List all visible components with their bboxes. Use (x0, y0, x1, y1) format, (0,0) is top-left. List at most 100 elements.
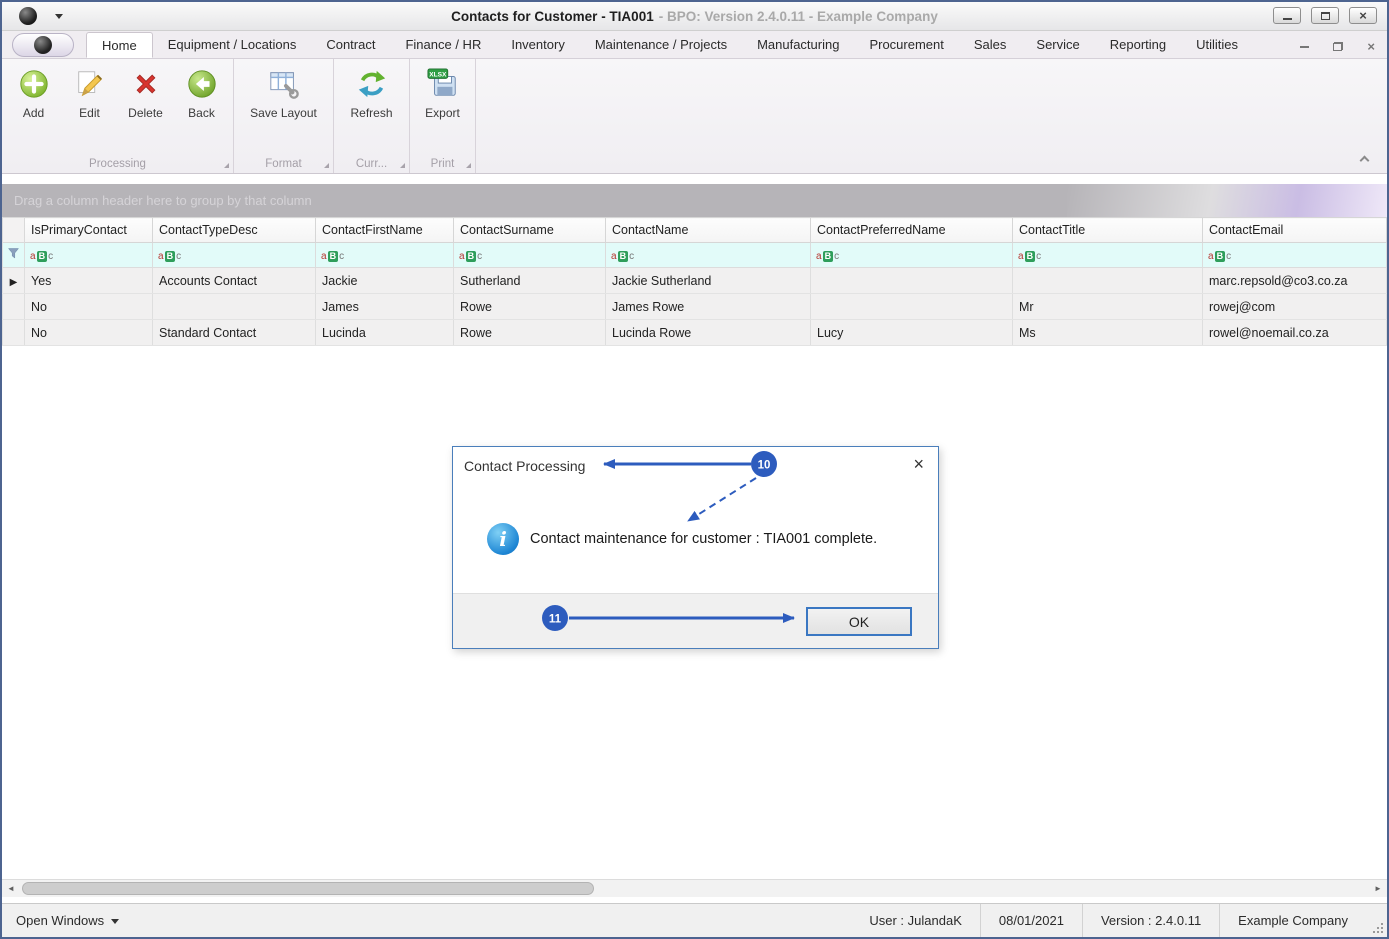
group-dialog-launcher-icon[interactable] (324, 163, 329, 168)
abc-filter-icon[interactable]: aBc (158, 251, 181, 262)
edit-button[interactable]: Edit (62, 65, 118, 154)
cell-contactname[interactable]: Jackie Sutherland (605, 267, 811, 294)
tab-manufacturing[interactable]: Manufacturing (742, 32, 854, 58)
ribbon-collapse-button[interactable] (1357, 153, 1371, 166)
resize-grip-icon[interactable] (1370, 920, 1384, 934)
dialog-body: i Contact maintenance for customer : TIA… (453, 485, 938, 593)
tab-service[interactable]: Service (1021, 32, 1094, 58)
cell-contacttitle[interactable] (1012, 267, 1203, 294)
cell-contacttypedesc[interactable]: Standard Contact (152, 319, 316, 346)
cell-contacttypedesc[interactable]: Accounts Contact (152, 267, 316, 294)
header-indicator-cell (2, 217, 25, 243)
grid-header-row: IsPrimaryContact ContactTypeDesc Contact… (2, 217, 1387, 243)
filter-cell-isprimarycontact[interactable]: aBc (24, 242, 153, 268)
table-row[interactable]: ▶ Yes Accounts Contact Jackie Sutherland… (2, 267, 1387, 294)
column-header-isprimarycontact[interactable]: IsPrimaryContact (24, 217, 153, 243)
filter-cell-contactemail[interactable]: aBc (1202, 242, 1387, 268)
tab-utilities[interactable]: Utilities (1181, 32, 1253, 58)
mdi-restore-icon[interactable] (1333, 42, 1344, 51)
dialog-close-icon[interactable]: × (913, 455, 924, 473)
delete-icon (129, 67, 163, 101)
filter-cell-contactsurname[interactable]: aBc (453, 242, 606, 268)
open-windows-label: Open Windows (16, 913, 105, 928)
abc-filter-icon[interactable]: aBc (816, 251, 839, 262)
refresh-button[interactable]: Refresh (340, 65, 404, 154)
tab-home[interactable]: Home (86, 32, 153, 58)
app-menu-button[interactable] (12, 33, 74, 57)
tab-sales[interactable]: Sales (959, 32, 1022, 58)
cell-contactsurname[interactable]: Rowe (453, 319, 606, 346)
cell-contactsurname[interactable]: Rowe (453, 293, 606, 320)
maximize-button[interactable] (1311, 7, 1339, 24)
cell-contacttitle[interactable]: Mr (1012, 293, 1203, 320)
cell-contactfirstname[interactable]: James (315, 293, 454, 320)
filter-cell-contactpreferredname[interactable]: aBc (810, 242, 1013, 268)
tab-inventory[interactable]: Inventory (496, 32, 579, 58)
close-button[interactable]: × (1349, 7, 1377, 24)
ok-button[interactable]: OK (806, 607, 912, 636)
scrollbar-thumb[interactable] (22, 882, 594, 895)
export-button[interactable]: XLSX Export (415, 65, 471, 154)
column-header-contacttitle[interactable]: ContactTitle (1012, 217, 1203, 243)
cell-isprimarycontact[interactable]: No (24, 293, 153, 320)
tab-reporting[interactable]: Reporting (1095, 32, 1181, 58)
cell-contacttitle[interactable]: Ms (1012, 319, 1203, 346)
filter-cell-contactname[interactable]: aBc (605, 242, 811, 268)
scrollbar-track[interactable] (20, 880, 1369, 897)
delete-button[interactable]: Delete (118, 65, 174, 154)
abc-filter-icon[interactable]: aBc (1208, 251, 1231, 262)
mdi-minimize-icon[interactable] (1300, 45, 1310, 48)
abc-filter-icon[interactable]: aBc (1018, 251, 1041, 262)
column-header-contactsurname[interactable]: ContactSurname (453, 217, 606, 243)
cell-contactfirstname[interactable]: Jackie (315, 267, 454, 294)
column-header-contactemail[interactable]: ContactEmail (1202, 217, 1387, 243)
filter-cell-contacttypedesc[interactable]: aBc (152, 242, 316, 268)
cell-contactpreferredname[interactable]: Lucy (810, 319, 1013, 346)
cell-contactname[interactable]: Lucinda Rowe (605, 319, 811, 346)
cell-contactemail[interactable]: marc.repsold@co3.co.za (1202, 267, 1387, 294)
dialog-message: Contact maintenance for customer : TIA00… (530, 531, 878, 547)
filter-cell-contactfirstname[interactable]: aBc (315, 242, 454, 268)
back-button[interactable]: Back (174, 65, 230, 154)
cell-contactfirstname[interactable]: Lucinda (315, 319, 454, 346)
column-header-contacttypedesc[interactable]: ContactTypeDesc (152, 217, 316, 243)
column-header-contactpreferredname[interactable]: ContactPreferredName (810, 217, 1013, 243)
cell-contactsurname[interactable]: Sutherland (453, 267, 606, 294)
minimize-button[interactable] (1273, 7, 1301, 24)
open-windows-button[interactable]: Open Windows (16, 913, 120, 928)
cell-isprimarycontact[interactable]: Yes (24, 267, 153, 294)
horizontal-scrollbar[interactable]: ◄ ► (2, 879, 1387, 897)
abc-filter-icon[interactable]: aBc (30, 251, 53, 262)
cell-contactname[interactable]: James Rowe (605, 293, 811, 320)
filter-cell-contacttitle[interactable]: aBc (1012, 242, 1203, 268)
tab-procurement[interactable]: Procurement (854, 32, 958, 58)
tab-contract[interactable]: Contract (311, 32, 390, 58)
group-dialog-launcher-icon[interactable] (400, 163, 405, 168)
cell-contactemail[interactable]: rowel@noemail.co.za (1202, 319, 1387, 346)
tab-maintenance-projects[interactable]: Maintenance / Projects (580, 32, 742, 58)
abc-filter-icon[interactable]: aBc (321, 251, 344, 262)
cell-contactemail[interactable]: rowej@com (1202, 293, 1387, 320)
abc-filter-icon[interactable]: aBc (459, 251, 482, 262)
cell-isprimarycontact[interactable]: No (24, 319, 153, 346)
column-header-contactfirstname[interactable]: ContactFirstName (315, 217, 454, 243)
cell-contacttypedesc[interactable] (152, 293, 316, 320)
group-by-panel[interactable]: Drag a column header here to group by th… (2, 184, 1387, 217)
status-date: 08/01/2021 (998, 913, 1064, 928)
abc-filter-icon[interactable]: aBc (611, 251, 634, 262)
scroll-right-icon[interactable]: ► (1369, 884, 1387, 893)
group-dialog-launcher-icon[interactable] (466, 163, 471, 168)
group-dialog-launcher-icon[interactable] (224, 163, 229, 168)
column-header-contactname[interactable]: ContactName (605, 217, 811, 243)
mdi-close-icon[interactable]: × (1367, 40, 1375, 53)
scroll-left-icon[interactable]: ◄ (2, 884, 20, 893)
ribbon-group-print: XLSX Export Print (410, 59, 476, 173)
tab-finance-hr[interactable]: Finance / HR (390, 32, 496, 58)
add-button[interactable]: Add (6, 65, 62, 154)
cell-contactpreferredname[interactable] (810, 293, 1013, 320)
save-layout-button[interactable]: Save Layout (239, 65, 329, 154)
cell-contactpreferredname[interactable] (810, 267, 1013, 294)
table-row[interactable]: No James Rowe James Rowe Mr rowej@com (2, 293, 1387, 320)
tab-equipment-locations[interactable]: Equipment / Locations (153, 32, 312, 58)
table-row[interactable]: No Standard Contact Lucinda Rowe Lucinda… (2, 319, 1387, 346)
